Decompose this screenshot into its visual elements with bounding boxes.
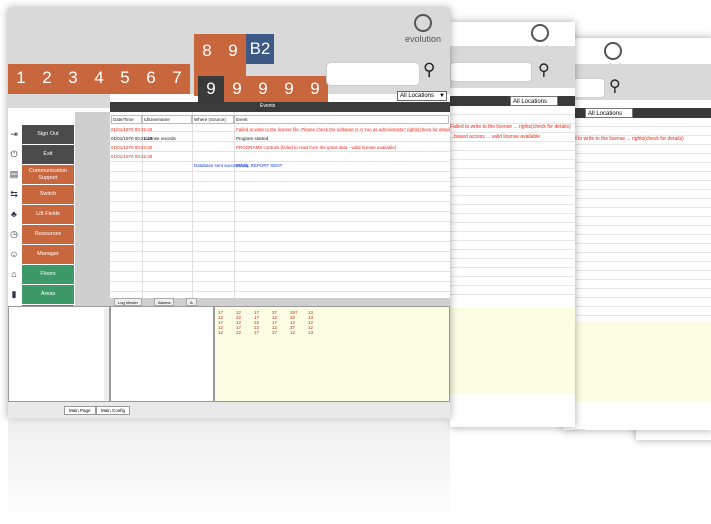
side-panel <box>75 112 110 306</box>
sidebar-button-label[interactable]: Manager <box>22 245 74 264</box>
sidebar-item-0[interactable]: ⇥ Sign Out <box>8 125 74 144</box>
number-tile-row2-5[interactable]: 9 <box>302 76 328 102</box>
sidebar-button-label[interactable]: Resources <box>22 225 74 244</box>
row-event: Failed to write to the license file. Ple… <box>236 127 450 132</box>
row-date: 01/01/1970 00:22:40 <box>111 154 153 159</box>
column-header-user[interactable]: Id/Username <box>142 115 192 124</box>
row-event: EMAIL REPORT SENT <box>236 163 283 168</box>
sidebar-button-label[interactable]: Floors <box>22 265 74 284</box>
yellow-number: 37 <box>272 330 278 335</box>
power-icon: ⏻ <box>10 149 18 159</box>
number-tile-6[interactable]: 6 <box>138 64 164 94</box>
clock-icon: ◷ <box>10 229 18 239</box>
number-tile-7[interactable]: 7 <box>164 64 190 94</box>
sidebar-item-3[interactable]: ⇆ Switch <box>8 185 74 204</box>
yellow-number: 12 <box>218 330 224 335</box>
number-tile-10[interactable]: B2 <box>246 34 274 64</box>
location-select[interactable]: All Locations ▼ <box>397 91 447 101</box>
scrollbar[interactable] <box>104 308 109 400</box>
location-select[interactable]: All Locations <box>510 96 558 106</box>
number-tile-row2-2[interactable]: 9 <box>224 76 250 102</box>
yellow-number: 12 <box>290 330 296 335</box>
column-header-date[interactable]: Date/Time <box>111 115 142 124</box>
lower-middle-panel <box>110 306 214 402</box>
book-icon: ▤ <box>9 169 19 179</box>
sign-out-icon: ⇥ <box>10 129 18 139</box>
lower-left-panel <box>8 306 110 402</box>
row-event: Program started <box>236 136 269 141</box>
app-window-main: evolution 1 2 3 4 5 6 7 8 9 B2 99999 ⚲ All Locati… <box>8 8 450 418</box>
tab-log-viewer[interactable]: Log Viewer <box>114 298 142 306</box>
number-tile-row2-1[interactable]: 9 <box>198 76 224 102</box>
sidebar-button-label[interactable]: Lift Fields <box>22 205 74 224</box>
number-tile-row2-3[interactable]: 9 <box>250 76 276 102</box>
sidebar-item-4[interactable]: ♣ Lift Fields <box>8 205 74 224</box>
yellow-number: 13 <box>308 330 314 335</box>
lower-yellow-panel <box>214 306 450 402</box>
app-window-back-1: evolution ⚲ All Locations Failed to writ… <box>450 22 575 427</box>
sidebar-item-5[interactable]: ◷ Resources <box>8 225 74 244</box>
sidebar-button-label[interactable]: Communication Support <box>22 165 74 184</box>
row-date: 01/01/1970 00:22:40 <box>111 145 153 150</box>
sidebar-item-8[interactable]: ▮ Areas <box>8 285 74 304</box>
number-tile-2[interactable]: 2 <box>34 64 60 94</box>
log-tabs: Log Viewer Alarms A <box>110 298 450 306</box>
event-text: ...based access ... valid license availa… <box>450 134 541 140</box>
sidebar-item-7[interactable]: ⌂ Floors <box>8 265 74 284</box>
tab-main-config[interactable]: Main Config <box>96 406 131 415</box>
tab-main-page[interactable]: Main Page <box>64 406 96 415</box>
number-tile-3[interactable]: 3 <box>60 64 86 94</box>
person-icon: ☺ <box>9 249 19 259</box>
tab-alarms[interactable]: Alarms <box>154 298 175 306</box>
row-user: License records <box>144 136 176 141</box>
brand-logo: evolution <box>398 14 448 44</box>
number-tile-5[interactable]: 5 <box>112 64 138 94</box>
search-input[interactable] <box>326 62 420 86</box>
events-title: Events <box>260 103 276 109</box>
users-icon: ♣ <box>11 209 17 219</box>
column-header-where[interactable]: Where (Source) <box>192 115 234 124</box>
sidebar-item-6[interactable]: ☺ Manager <box>8 245 74 264</box>
switch-icon: ⇆ <box>10 189 18 199</box>
row-date: 01/01/1970 00:22:40 <box>111 127 153 132</box>
sidebar-button-label[interactable]: Sign Out <box>22 125 74 144</box>
search-icon[interactable]: ⚲ <box>423 60 435 80</box>
floor-icon: ⌂ <box>11 269 17 279</box>
search-icon[interactable]: ⚲ <box>609 76 621 96</box>
search-input[interactable] <box>450 62 532 82</box>
stage: evolution ⚲ All Locations Failed to writ… <box>0 0 711 524</box>
tab-a[interactable]: A <box>186 298 197 306</box>
sidebar-item-1[interactable]: ⏻ Exit <box>8 145 74 164</box>
sidebar-button-label[interactable]: Areas <box>22 285 74 304</box>
sidebar-item-2[interactable]: ▤ Communication Support <box>8 165 74 184</box>
sidebar-button-label[interactable]: Exit <box>22 145 74 164</box>
search-icon[interactable]: ⚲ <box>538 60 550 80</box>
app-window-back-2: evolution ⚲ All Locations Failed to writ… <box>563 38 711 430</box>
yellow-number: 22 <box>236 330 242 335</box>
left-header-gap <box>8 94 110 108</box>
number-tile-4[interactable]: 4 <box>86 64 112 94</box>
column-header-event[interactable]: Event <box>234 115 449 124</box>
sidebar-button-label[interactable]: Switch <box>22 185 74 204</box>
events-header-bar: Events <box>110 102 450 112</box>
bottom-tab-bar: Main Page Main Config <box>8 402 450 418</box>
event-text: Failed to write to the license ... right… <box>450 124 571 130</box>
number-tile-row2-4[interactable]: 9 <box>276 76 302 102</box>
chart-icon: ▮ <box>11 289 17 299</box>
yellow-number: 17 <box>254 330 260 335</box>
location-select[interactable]: All Locations <box>585 108 633 118</box>
event-text: Failed to write to the license ... right… <box>563 136 684 142</box>
number-tile-1[interactable]: 1 <box>8 64 34 94</box>
reflection <box>8 418 450 524</box>
row-event: PROGRAMS controls (failed to read from t… <box>236 145 397 150</box>
